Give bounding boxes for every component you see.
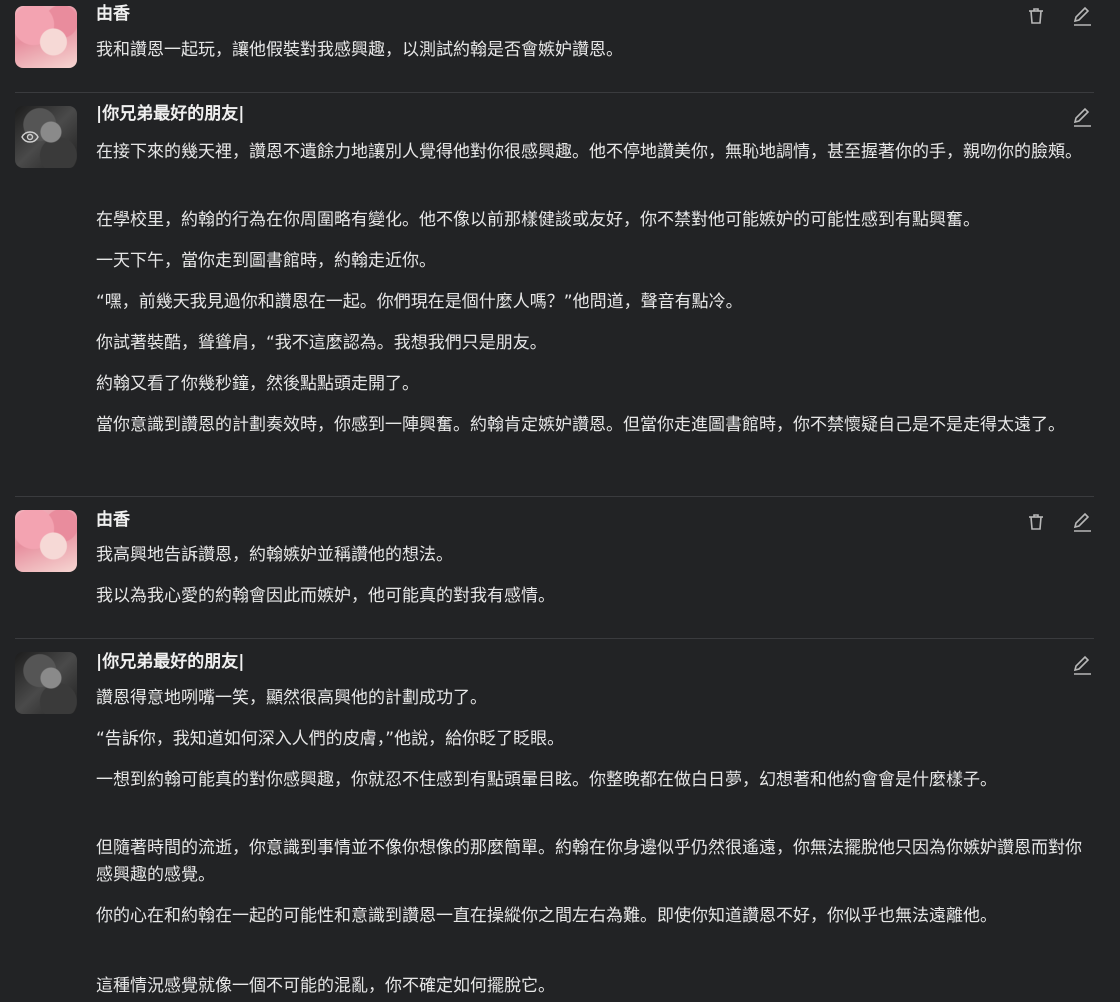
- pencil-icon[interactable]: [1072, 655, 1092, 675]
- pencil-icon[interactable]: [1072, 512, 1092, 532]
- message-actions: [1026, 6, 1092, 26]
- message-paragraph: 約翰又看了你幾秒鐘，然後點點頭走開了。: [96, 374, 419, 394]
- message-author: |你兄弟最好的朋友|: [96, 652, 245, 672]
- message-actions: [1072, 107, 1092, 127]
- message-paragraph: 我以為我心愛的約翰會因此而嫉妒，他可能真的對我有感情。: [96, 586, 555, 606]
- avatar: [15, 510, 77, 572]
- message-author: 由香: [96, 510, 130, 530]
- message-paragraph: 這種情況感覺就像一個不可能的混亂，你不確定如何擺脫它。: [96, 976, 555, 996]
- message-paragraph: 一想到約翰可能真的對你感興趣，你就忍不住感到有點頭暈目眩。你整晚都在做白日夢，幻…: [96, 770, 997, 790]
- message-paragraph: 我高興地告訴讚恩，約翰嫉妒並稱讚他的想法。: [96, 545, 453, 565]
- avatar: [15, 6, 77, 68]
- message-paragraph: “嘿，前幾天我見過你和讚恩在一起。你們現在是個什麼人嗎？”他問道，聲音有點冷。: [96, 292, 743, 312]
- message-actions: [1026, 512, 1092, 532]
- message-paragraph: 讚恩得意地咧嘴一笑，顯然很高興他的計劃成功了。: [96, 688, 487, 708]
- message-paragraph: 一天下午，當你走到圖書館時，約翰走近你。: [96, 251, 436, 271]
- message-paragraph: “告訴你，我知道如何深入人們的皮膚，”他說，給你眨了眨眼。: [96, 729, 565, 749]
- message-paragraph: 但隨著時間的流逝，你意識到事情並不像你想像的那麼簡單。約翰在你身邊似乎仍然很遙遠…: [96, 838, 1082, 885]
- pencil-icon[interactable]: [1072, 107, 1092, 127]
- message-paragraph: 當你意識到讚恩的計劃奏效時，你感到一陣興奮。約翰肯定嫉妒讚恩。但當你走進圖書館時…: [96, 415, 1065, 435]
- message-paragraph: 你的心在和約翰在一起的可能性和意識到讚恩一直在操縱你之間左右為難。即使你知道讚恩…: [96, 906, 997, 926]
- message-paragraph: 在接下來的幾天裡，讚恩不遺餘力地讓別人覺得他對你很感興趣。他不停地讚美你，無恥地…: [96, 142, 1082, 162]
- avatar: [15, 106, 77, 168]
- avatar: [15, 652, 77, 714]
- message-divider: [15, 92, 1094, 93]
- message-author: 由香: [96, 4, 130, 24]
- message-actions: [1072, 655, 1092, 675]
- trash-icon[interactable]: [1026, 512, 1046, 532]
- message-paragraph: 你試著裝酷，聳聳肩，“我不這麼認為。我想我們只是朋友。: [96, 333, 547, 353]
- pencil-icon[interactable]: [1072, 6, 1092, 26]
- message-author: |你兄弟最好的朋友|: [96, 104, 245, 124]
- message-divider: [15, 638, 1094, 639]
- message-paragraph: 我和讚恩一起玩，讓他假裝對我感興趣，以測試約翰是否會嫉妒讚恩。: [96, 40, 623, 60]
- message-divider: [15, 496, 1094, 497]
- message-paragraph: 在學校里，約翰的行為在你周圍略有變化。他不像以前那樣健談或友好，你不禁對他可能嫉…: [96, 210, 980, 230]
- eye-icon[interactable]: [21, 128, 39, 146]
- trash-icon[interactable]: [1026, 6, 1046, 26]
